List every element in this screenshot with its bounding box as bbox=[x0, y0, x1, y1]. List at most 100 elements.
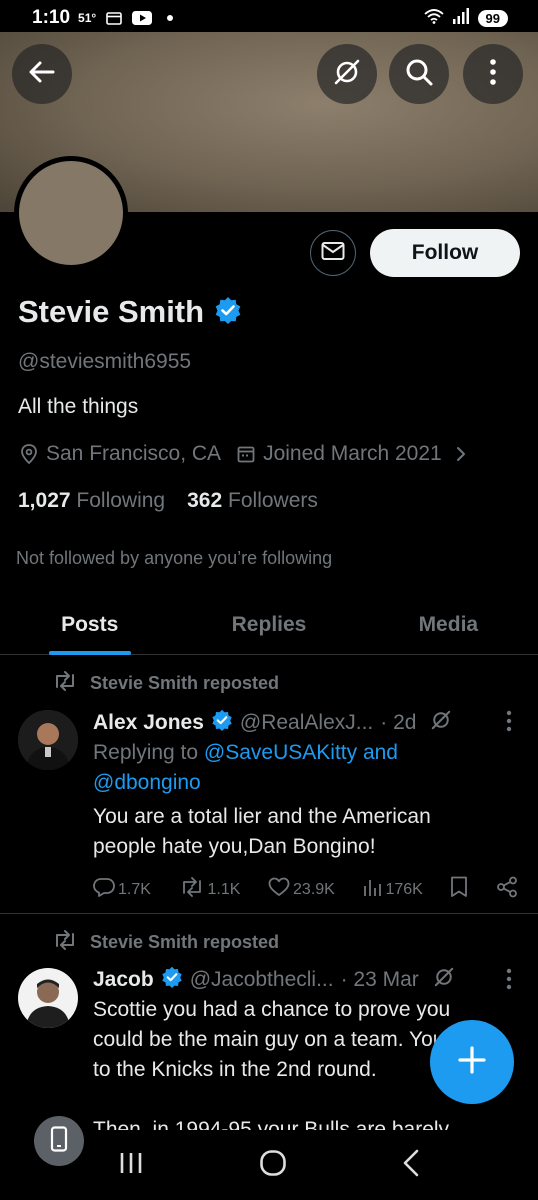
repost-label: Stevie Smith reposted bbox=[90, 932, 280, 952]
repost-count: 1.1K bbox=[207, 880, 241, 898]
replying-to-prefix: Replying to bbox=[93, 741, 204, 764]
repost-label: Stevie Smith reposted bbox=[90, 673, 280, 693]
repost-icon bbox=[179, 877, 205, 902]
wifi-icon bbox=[423, 8, 444, 29]
recent-apps-icon[interactable] bbox=[118, 1151, 144, 1180]
status-temperature: 51° bbox=[78, 11, 97, 25]
status-time: 1:10 bbox=[32, 7, 71, 28]
compose-post-button[interactable] bbox=[430, 1020, 514, 1104]
tab-replies[interactable]: Replies bbox=[179, 595, 358, 654]
post-author-handle[interactable]: @Jacobthecli... bbox=[190, 968, 334, 992]
share-icon bbox=[496, 876, 518, 903]
profile-meta: San Francisco, CA Joined March 2021 bbox=[20, 442, 474, 466]
profile-handle: @steviesmith6955 bbox=[18, 350, 192, 373]
reply-mention-link[interactable]: @dbongino bbox=[93, 771, 201, 794]
post-text-line: to the Knicks in the 2nd round. bbox=[93, 1058, 377, 1081]
post-text-line: Then, in 1994-95 your Bulls are barely bbox=[93, 1118, 450, 1130]
post-time: · 2d bbox=[380, 711, 417, 734]
repost-icon bbox=[52, 930, 78, 955]
repost-icon bbox=[52, 671, 78, 696]
share-button[interactable] bbox=[496, 876, 518, 903]
follow-button[interactable]: Follow bbox=[370, 229, 520, 277]
message-button[interactable] bbox=[310, 230, 356, 276]
reply-mention-link[interactable]: @SaveUSAKitty and bbox=[204, 741, 398, 764]
post-more-button[interactable] bbox=[506, 710, 512, 738]
views-button[interactable]: 176K bbox=[362, 877, 423, 902]
follow-stats: 1,027 Following 362 Followers bbox=[18, 489, 318, 513]
reply-button[interactable]: 1.7K bbox=[93, 877, 151, 902]
calendar-notification-icon bbox=[104, 11, 124, 25]
like-count: 23.9K bbox=[293, 880, 335, 898]
location-pin-icon bbox=[20, 444, 38, 464]
verified-badge-icon[interactable] bbox=[214, 296, 242, 329]
grok-icon bbox=[331, 56, 363, 93]
verified-badge-icon bbox=[211, 709, 233, 737]
post-actions: 1.7K 1.1K 23.9K 176K bbox=[93, 876, 518, 903]
like-button[interactable]: 23.9K bbox=[268, 877, 335, 902]
post-author-handle[interactable]: @RealAlexJ... bbox=[240, 711, 373, 735]
battery-indicator: 99 bbox=[477, 9, 508, 27]
heart-icon bbox=[268, 877, 290, 902]
display-name: Stevie Smith bbox=[18, 294, 205, 329]
following-link[interactable]: 1,027 Following bbox=[18, 489, 165, 513]
post-header: Jacob @Jacobthecli... · 23 Mar bbox=[93, 965, 456, 995]
post-body: You are a total lier and the American pe… bbox=[93, 802, 493, 862]
reply-icon bbox=[93, 877, 115, 902]
repost-indicator: Stevie Smith reposted bbox=[52, 671, 279, 696]
calendar-icon bbox=[237, 445, 255, 463]
grok-icon[interactable] bbox=[432, 965, 456, 995]
post-author-name[interactable]: Jacob bbox=[93, 968, 154, 992]
verified-badge-icon bbox=[161, 966, 183, 994]
envelope-icon bbox=[321, 241, 345, 266]
grok-button[interactable] bbox=[317, 44, 377, 104]
post-author-name[interactable]: Alex Jones bbox=[93, 711, 204, 735]
youtube-notification-icon bbox=[132, 11, 153, 25]
home-icon[interactable] bbox=[259, 1149, 287, 1182]
profile-bio: All the things bbox=[18, 395, 139, 418]
views-chart-icon bbox=[362, 877, 382, 902]
back-arrow-icon bbox=[27, 57, 57, 92]
view-count: 176K bbox=[385, 880, 423, 898]
post-item[interactable]: Stevie Smith reposted Alex Jones @RealAl… bbox=[0, 656, 538, 914]
repost-button[interactable]: 1.1K bbox=[179, 877, 241, 902]
following-count: 1,027 bbox=[18, 489, 71, 512]
more-options-button[interactable] bbox=[463, 44, 523, 104]
post-text-line: people hate you,Dan Bongino! bbox=[93, 835, 376, 858]
search-button[interactable] bbox=[389, 44, 449, 104]
signal-icon bbox=[452, 7, 470, 29]
post-time: · 23 Mar bbox=[340, 968, 419, 991]
followers-link[interactable]: 362 Followers bbox=[187, 489, 318, 513]
reply-count: 1.7K bbox=[118, 880, 151, 898]
dot-notification-icon bbox=[160, 11, 180, 25]
post-text-line: Scottie you had a chance to prove you bbox=[93, 998, 451, 1021]
post-author-avatar[interactable] bbox=[18, 968, 78, 1028]
bookmark-icon bbox=[450, 876, 468, 903]
bookmark-button[interactable] bbox=[450, 876, 468, 903]
followers-count: 362 bbox=[187, 489, 223, 512]
repost-indicator: Stevie Smith reposted bbox=[52, 930, 279, 955]
vertical-dots-icon bbox=[489, 58, 497, 91]
tab-posts[interactable]: Posts bbox=[0, 595, 179, 654]
post-more-button[interactable] bbox=[506, 968, 512, 996]
floating-device-button[interactable] bbox=[34, 1116, 84, 1166]
post-text-line: You are a total lier and the American bbox=[93, 805, 431, 828]
search-icon bbox=[404, 57, 434, 92]
not-followed-note: Not followed by anyone you’re following bbox=[16, 548, 333, 568]
profile-location: San Francisco, CA bbox=[46, 442, 222, 465]
back-nav-icon[interactable] bbox=[402, 1149, 420, 1182]
grok-icon[interactable] bbox=[429, 708, 453, 738]
plus-icon bbox=[457, 1045, 487, 1080]
tab-media[interactable]: Media bbox=[359, 595, 538, 654]
profile-joined: Joined March 2021 bbox=[263, 442, 442, 465]
followers-label: Followers bbox=[228, 489, 318, 512]
profile-avatar[interactable] bbox=[14, 156, 128, 270]
post-reply-context: Replying to @SaveUSAKitty and @dbongino bbox=[93, 738, 493, 798]
back-button[interactable] bbox=[12, 44, 72, 104]
post-header: Alex Jones @RealAlexJ... · 2d bbox=[93, 708, 453, 738]
phone-icon bbox=[50, 1125, 68, 1157]
post-author-avatar[interactable] bbox=[18, 710, 78, 770]
status-bar: 1:10 51° 99 bbox=[0, 0, 538, 36]
chevron-right-icon[interactable] bbox=[456, 446, 466, 462]
following-label: Following bbox=[76, 489, 166, 512]
post-text-line: could be the main guy on a team. You los… bbox=[93, 1028, 483, 1051]
